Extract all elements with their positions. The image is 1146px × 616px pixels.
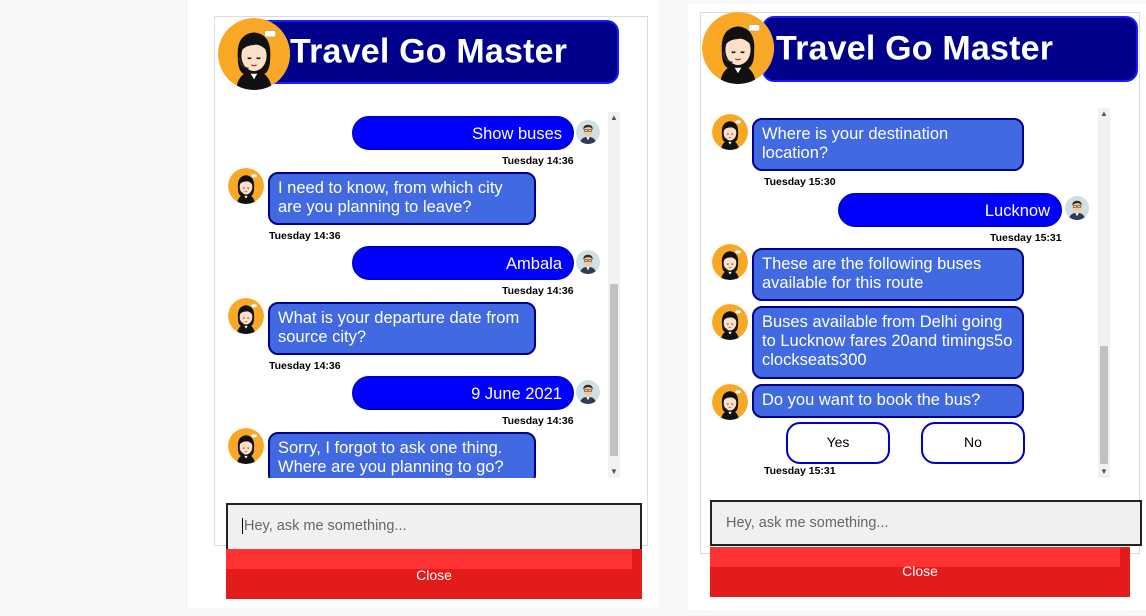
yes-button-label: Yes xyxy=(826,434,850,450)
message-timestamp: Tuesday 14:36 xyxy=(269,360,341,372)
message-timestamp: Tuesday 15:31 xyxy=(990,232,1062,244)
message-text: Ambala xyxy=(506,255,562,273)
bot-message: These are the following buses available … xyxy=(752,248,1024,301)
close-button-label: Close xyxy=(416,567,452,583)
chat-header: Travel Go Master xyxy=(762,16,1138,82)
message-text: Show buses xyxy=(472,125,562,143)
message-input[interactable]: Hey, ask me something... xyxy=(226,503,642,551)
bot-message: What is your departure date from source … xyxy=(268,302,536,355)
message-text: 9 June 2021 xyxy=(471,385,562,403)
agent-avatar-icon xyxy=(228,168,264,204)
close-button-highlight xyxy=(226,549,632,569)
agent-avatar-icon xyxy=(228,298,264,334)
bot-message: I need to know, from which city are you … xyxy=(268,172,536,225)
message-text: What is your departure date from source … xyxy=(278,309,520,346)
user-message: Show buses xyxy=(352,116,574,150)
message-text: I need to know, from which city are you … xyxy=(278,179,503,216)
message-timestamp: Tuesday 15:30 xyxy=(764,176,836,188)
user-avatar-icon xyxy=(576,120,600,144)
agent-avatar-icon xyxy=(228,428,264,464)
scrollbar-thumb[interactable] xyxy=(610,284,618,456)
agent-avatar-icon xyxy=(712,304,748,340)
close-button-label: Close xyxy=(902,563,938,579)
scroll-down-icon[interactable]: ▼ xyxy=(608,466,620,478)
agent-avatar-icon xyxy=(712,384,748,420)
message-timestamp: Tuesday 14:36 xyxy=(502,415,574,427)
close-button[interactable]: Close xyxy=(226,549,642,599)
no-button[interactable]: No xyxy=(921,422,1025,464)
chat-panel-left: Travel Go Master Show buses Tuesday 14:3… xyxy=(188,0,658,608)
message-input[interactable]: Hey, ask me something... xyxy=(710,500,1142,546)
message-text: Sorry, I forgot to ask one thing. Where … xyxy=(278,439,504,476)
user-avatar-icon xyxy=(576,250,600,274)
bot-message: Where is your destination location? xyxy=(752,118,1024,171)
agent-avatar-icon xyxy=(218,18,290,90)
bot-message: Do you want to book the bus? xyxy=(752,384,1024,418)
agent-avatar-icon xyxy=(712,244,748,280)
agent-avatar-icon xyxy=(702,12,774,84)
message-scrollbar[interactable]: ▲ ▼ xyxy=(1098,108,1110,478)
scrollbar-thumb[interactable] xyxy=(1100,346,1108,464)
bot-message: Buses available from Delhi going to Luck… xyxy=(752,306,1024,379)
input-placeholder: Hey, ask me something... xyxy=(726,515,889,531)
user-avatar-icon xyxy=(576,380,600,404)
no-button-label: No xyxy=(964,434,982,450)
message-timestamp: Tuesday 14:36 xyxy=(502,285,574,297)
scroll-up-icon[interactable]: ▲ xyxy=(1098,108,1110,120)
user-avatar-icon xyxy=(1065,196,1089,220)
message-text: These are the following buses available … xyxy=(762,255,982,292)
chat-header: Travel Go Master xyxy=(238,20,619,84)
message-text: Where is your destination location? xyxy=(762,125,949,162)
yes-button[interactable]: Yes xyxy=(786,422,890,464)
scroll-down-icon[interactable]: ▼ xyxy=(1098,466,1110,478)
agent-avatar-icon xyxy=(712,114,748,150)
scroll-up-icon[interactable]: ▲ xyxy=(608,112,620,124)
close-button[interactable]: Close xyxy=(710,547,1130,597)
user-message: Ambala xyxy=(352,246,574,280)
user-message: 9 June 2021 xyxy=(352,376,574,410)
message-timestamp: Tuesday 14:36 xyxy=(269,230,341,242)
user-message: Lucknow xyxy=(838,193,1062,227)
chat-panel-right: Travel Go Master Where is your destinati… xyxy=(688,4,1146,610)
message-timestamp: Tuesday 15:31 xyxy=(764,465,836,477)
app-title: Travel Go Master xyxy=(776,29,1054,68)
app-title: Travel Go Master xyxy=(290,32,568,71)
bot-message: Sorry, I forgot to ask one thing. Where … xyxy=(268,432,536,478)
input-placeholder: Hey, ask me something... xyxy=(244,518,407,534)
message-list: Show buses Tuesday 14:36 I need to know,… xyxy=(222,112,622,478)
message-timestamp: Tuesday 14:36 xyxy=(502,155,574,167)
message-list: Where is your destination location? Tues… xyxy=(708,108,1102,478)
message-text: Do you want to book the bus? xyxy=(762,391,981,409)
message-text: Lucknow xyxy=(984,202,1050,220)
message-text: Buses available from Delhi going to Luck… xyxy=(762,313,1013,369)
message-scrollbar[interactable]: ▲ ▼ xyxy=(608,112,620,478)
text-caret xyxy=(242,518,243,535)
